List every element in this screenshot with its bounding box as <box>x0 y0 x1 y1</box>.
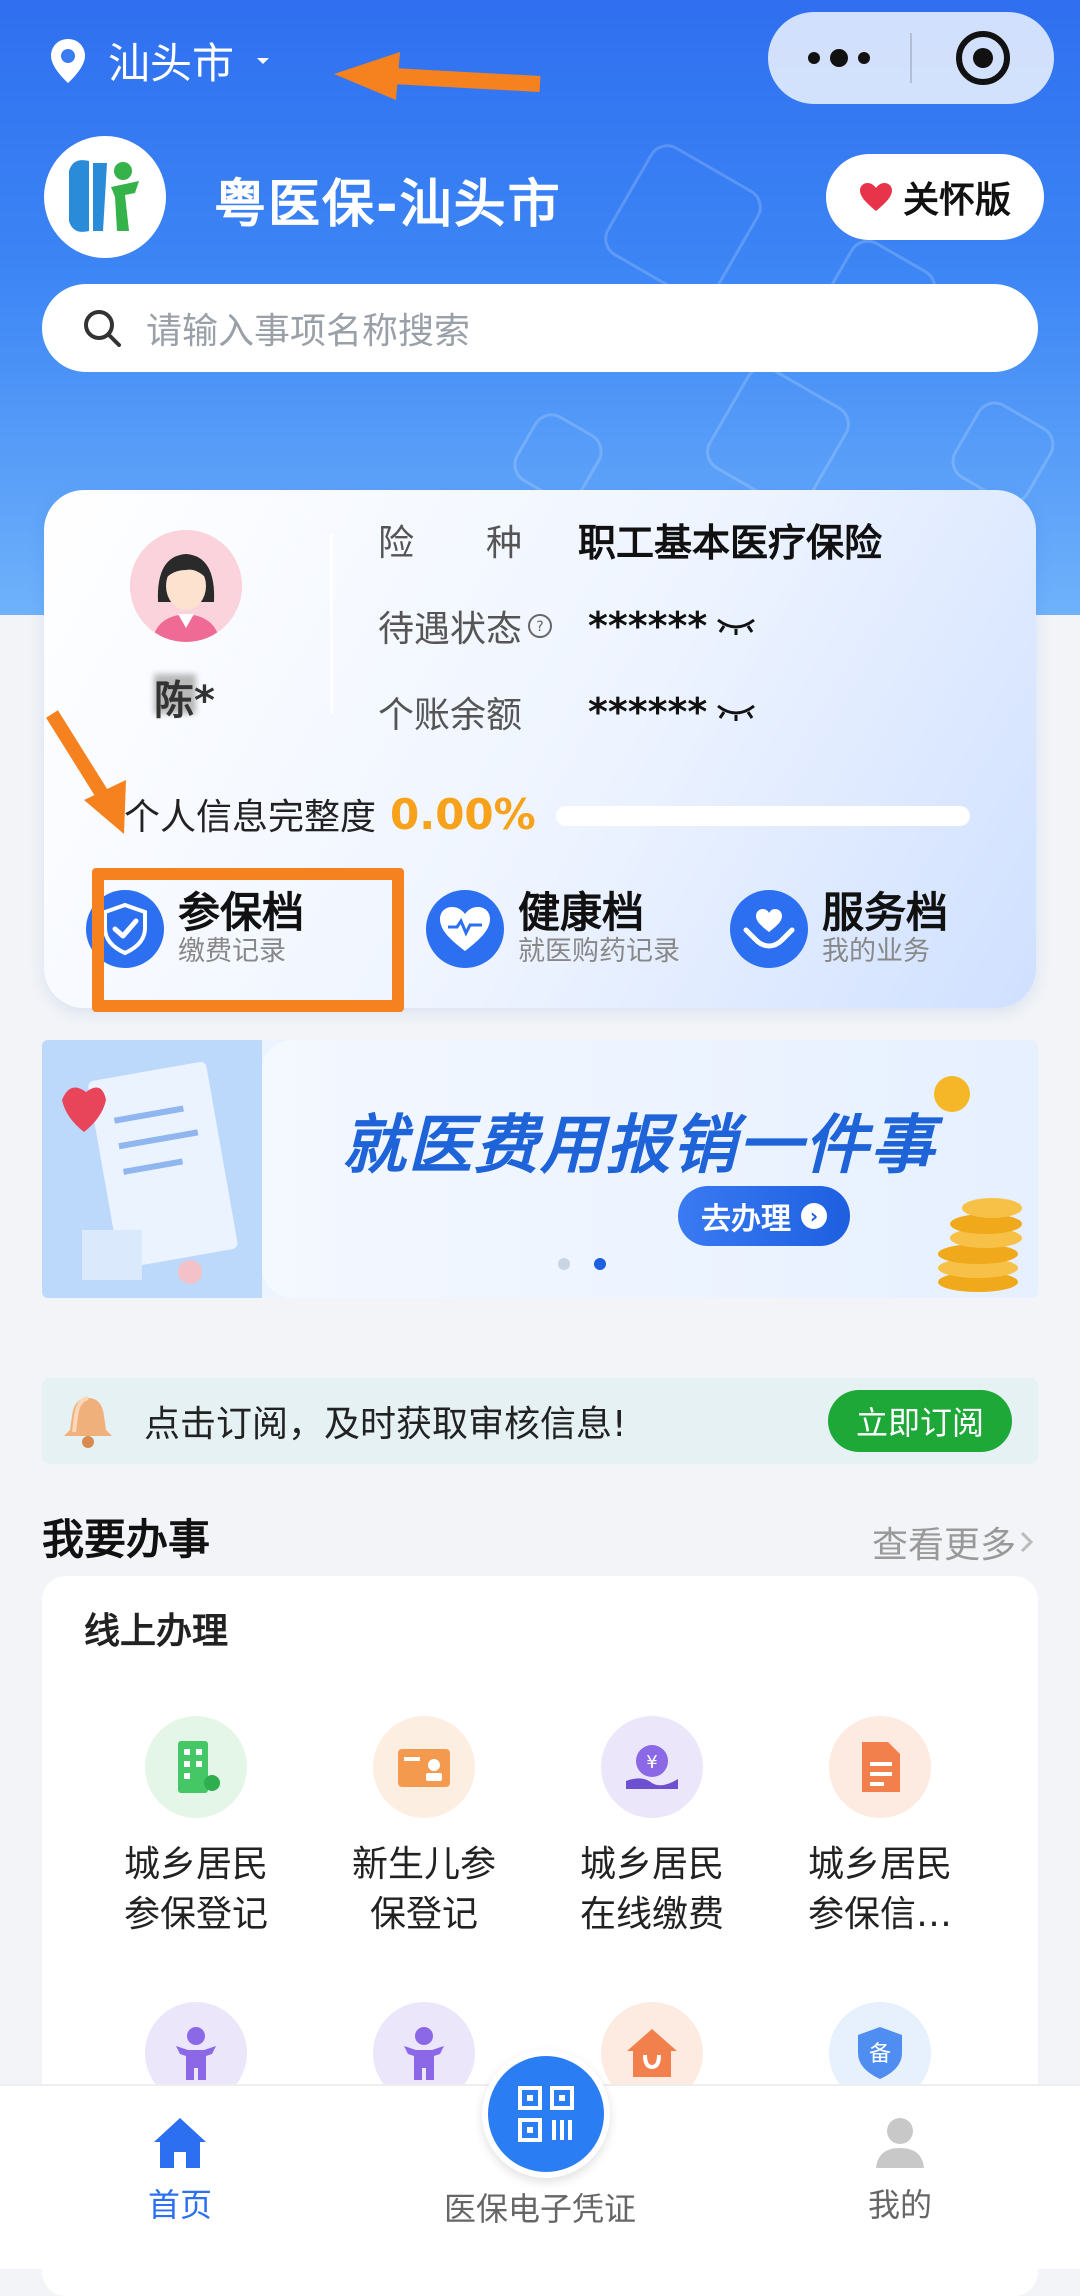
tab-mine-label: 我的 <box>867 2186 932 2224</box>
account-balance-row: 个账余额 ****** <box>378 686 757 738</box>
banner-title: 就医费用报销一件事 <box>342 1109 936 1183</box>
archive-title: 服务档 <box>822 888 949 937</box>
bell-icon <box>64 1396 112 1448</box>
completeness-progress-bar <box>556 806 970 826</box>
completeness-label: 个人信息完整度 <box>124 797 377 838</box>
female-avatar-icon <box>130 530 242 642</box>
qr-code-icon <box>518 2086 574 2142</box>
home-icon <box>154 2118 206 2168</box>
search-bar[interactable]: 请输入事项名称搜索 <box>42 284 1038 372</box>
health-archive-button[interactable]: 健康档 就医购药记录 <box>426 890 680 968</box>
insurance-type-value: 职工基本医疗保险 <box>578 521 883 565</box>
tab-qr-label-wrap[interactable]: 医保电子凭证 <box>430 2178 650 2230</box>
hand-heart-icon <box>730 890 808 968</box>
tab-home[interactable]: 首页 <box>70 2114 290 2226</box>
chevron-right-icon <box>1020 1531 1034 1553</box>
subscribe-button[interactable]: 立即订阅 <box>828 1390 1012 1452</box>
service-item[interactable]: ¥ 城乡居民 在线缴费 <box>552 1716 752 1940</box>
section-title: 我要办事 <box>42 1515 211 1564</box>
banner-illustration <box>42 1040 262 1298</box>
app-logo <box>44 136 166 258</box>
service-archive-button[interactable]: 服务档 我的业务 <box>730 890 948 968</box>
tab-mine[interactable]: 我的 <box>790 2114 1010 2226</box>
document-icon <box>829 1716 931 1818</box>
chevron-right-icon: › <box>801 1203 827 1229</box>
panel-title: 线上办理 <box>84 1611 229 1652</box>
insurance-type-row: 险 种 职工基本医疗保险 <box>378 512 882 567</box>
benefit-status-label: 待遇状态 <box>378 609 523 650</box>
top-bar: 汕头市 <box>0 0 1080 120</box>
more-menu-button[interactable] <box>768 49 910 67</box>
search-icon <box>84 310 121 347</box>
info-completeness: 个人信息完整度 0.00% <box>124 788 536 840</box>
insurance-type-label: 险 种 <box>378 522 523 564</box>
benefit-status-value: ****** <box>588 604 757 648</box>
building-icon <box>145 1716 247 1818</box>
miniprogram-capsule <box>768 12 1054 104</box>
service-item[interactable]: 城乡居民 参保信… <box>780 1716 980 1940</box>
archive-title: 健康档 <box>518 888 645 937</box>
annotation-arrow-icon <box>46 710 126 834</box>
subscribe-notice: 点击订阅，及时获取审核信息! 立即订阅 <box>42 1378 1038 1464</box>
svg-text:?: ? <box>536 619 543 635</box>
id-card-icon <box>373 1716 475 1818</box>
help-icon[interactable]: ? <box>526 612 554 640</box>
service-item[interactable]: 城乡居民 参保登记 <box>96 1716 296 1940</box>
close-miniprogram-button[interactable] <box>912 30 1054 86</box>
eye-closed-icon[interactable] <box>715 700 757 724</box>
tab-home-label: 首页 <box>147 2186 212 2224</box>
go-handle-button[interactable]: 去办理 › <box>678 1186 850 1246</box>
svg-text:¥: ¥ <box>646 1752 657 1773</box>
promo-banner[interactable]: 就医费用报销一件事 去办理 › <box>42 1040 1038 1298</box>
view-more-link[interactable]: 查看更多 <box>872 1516 1038 1568</box>
svg-text:备: 备 <box>869 2042 891 2067</box>
search-placeholder: 请输入事项名称搜索 <box>146 311 471 352</box>
service-item[interactable]: 新生儿参 保登记 <box>324 1716 524 1940</box>
annotation-highlight-box <box>92 868 404 1012</box>
tab-qr-label: 医保电子凭证 <box>443 2190 636 2228</box>
account-balance-label: 个账余额 <box>378 695 523 736</box>
app-header: 粤医保-汕头市 关怀版 <box>44 136 1044 258</box>
archive-subtitle: 就医购药记录 <box>518 936 680 967</box>
archive-subtitle: 我的业务 <box>822 936 930 967</box>
avatar <box>130 530 242 642</box>
location-pin-icon <box>51 38 85 83</box>
annotation-arrow-icon <box>334 52 541 100</box>
care-mode-button[interactable]: 关怀版 <box>826 154 1044 240</box>
payment-hand-icon: ¥ <box>601 1716 703 1818</box>
target-icon <box>956 31 1010 85</box>
city-selector[interactable]: 汕头市 <box>48 30 298 91</box>
gold-coins-icon <box>934 1076 1022 1292</box>
yiyibao-logo-icon <box>69 160 139 232</box>
care-mode-label: 关怀版 <box>902 180 1011 221</box>
completeness-percent: 0.00% <box>390 789 536 839</box>
carousel-indicator <box>558 1258 606 1270</box>
caret-down-icon <box>257 57 270 64</box>
eye-closed-icon[interactable] <box>715 614 757 638</box>
city-name: 汕头市 <box>108 39 235 88</box>
benefit-status-row: 待遇状态 ? ****** <box>378 600 757 652</box>
app-title: 粤医保-汕头市 <box>214 175 562 235</box>
username: 陈* <box>154 668 224 726</box>
heart-icon <box>859 183 892 211</box>
notice-text: 点击订阅，及时获取审核信息! <box>144 1404 627 1445</box>
account-balance-value: ****** <box>588 690 757 734</box>
heart-pulse-icon <box>426 890 504 968</box>
user-icon <box>876 2118 924 2168</box>
medical-qr-code-button[interactable] <box>482 2050 610 2178</box>
